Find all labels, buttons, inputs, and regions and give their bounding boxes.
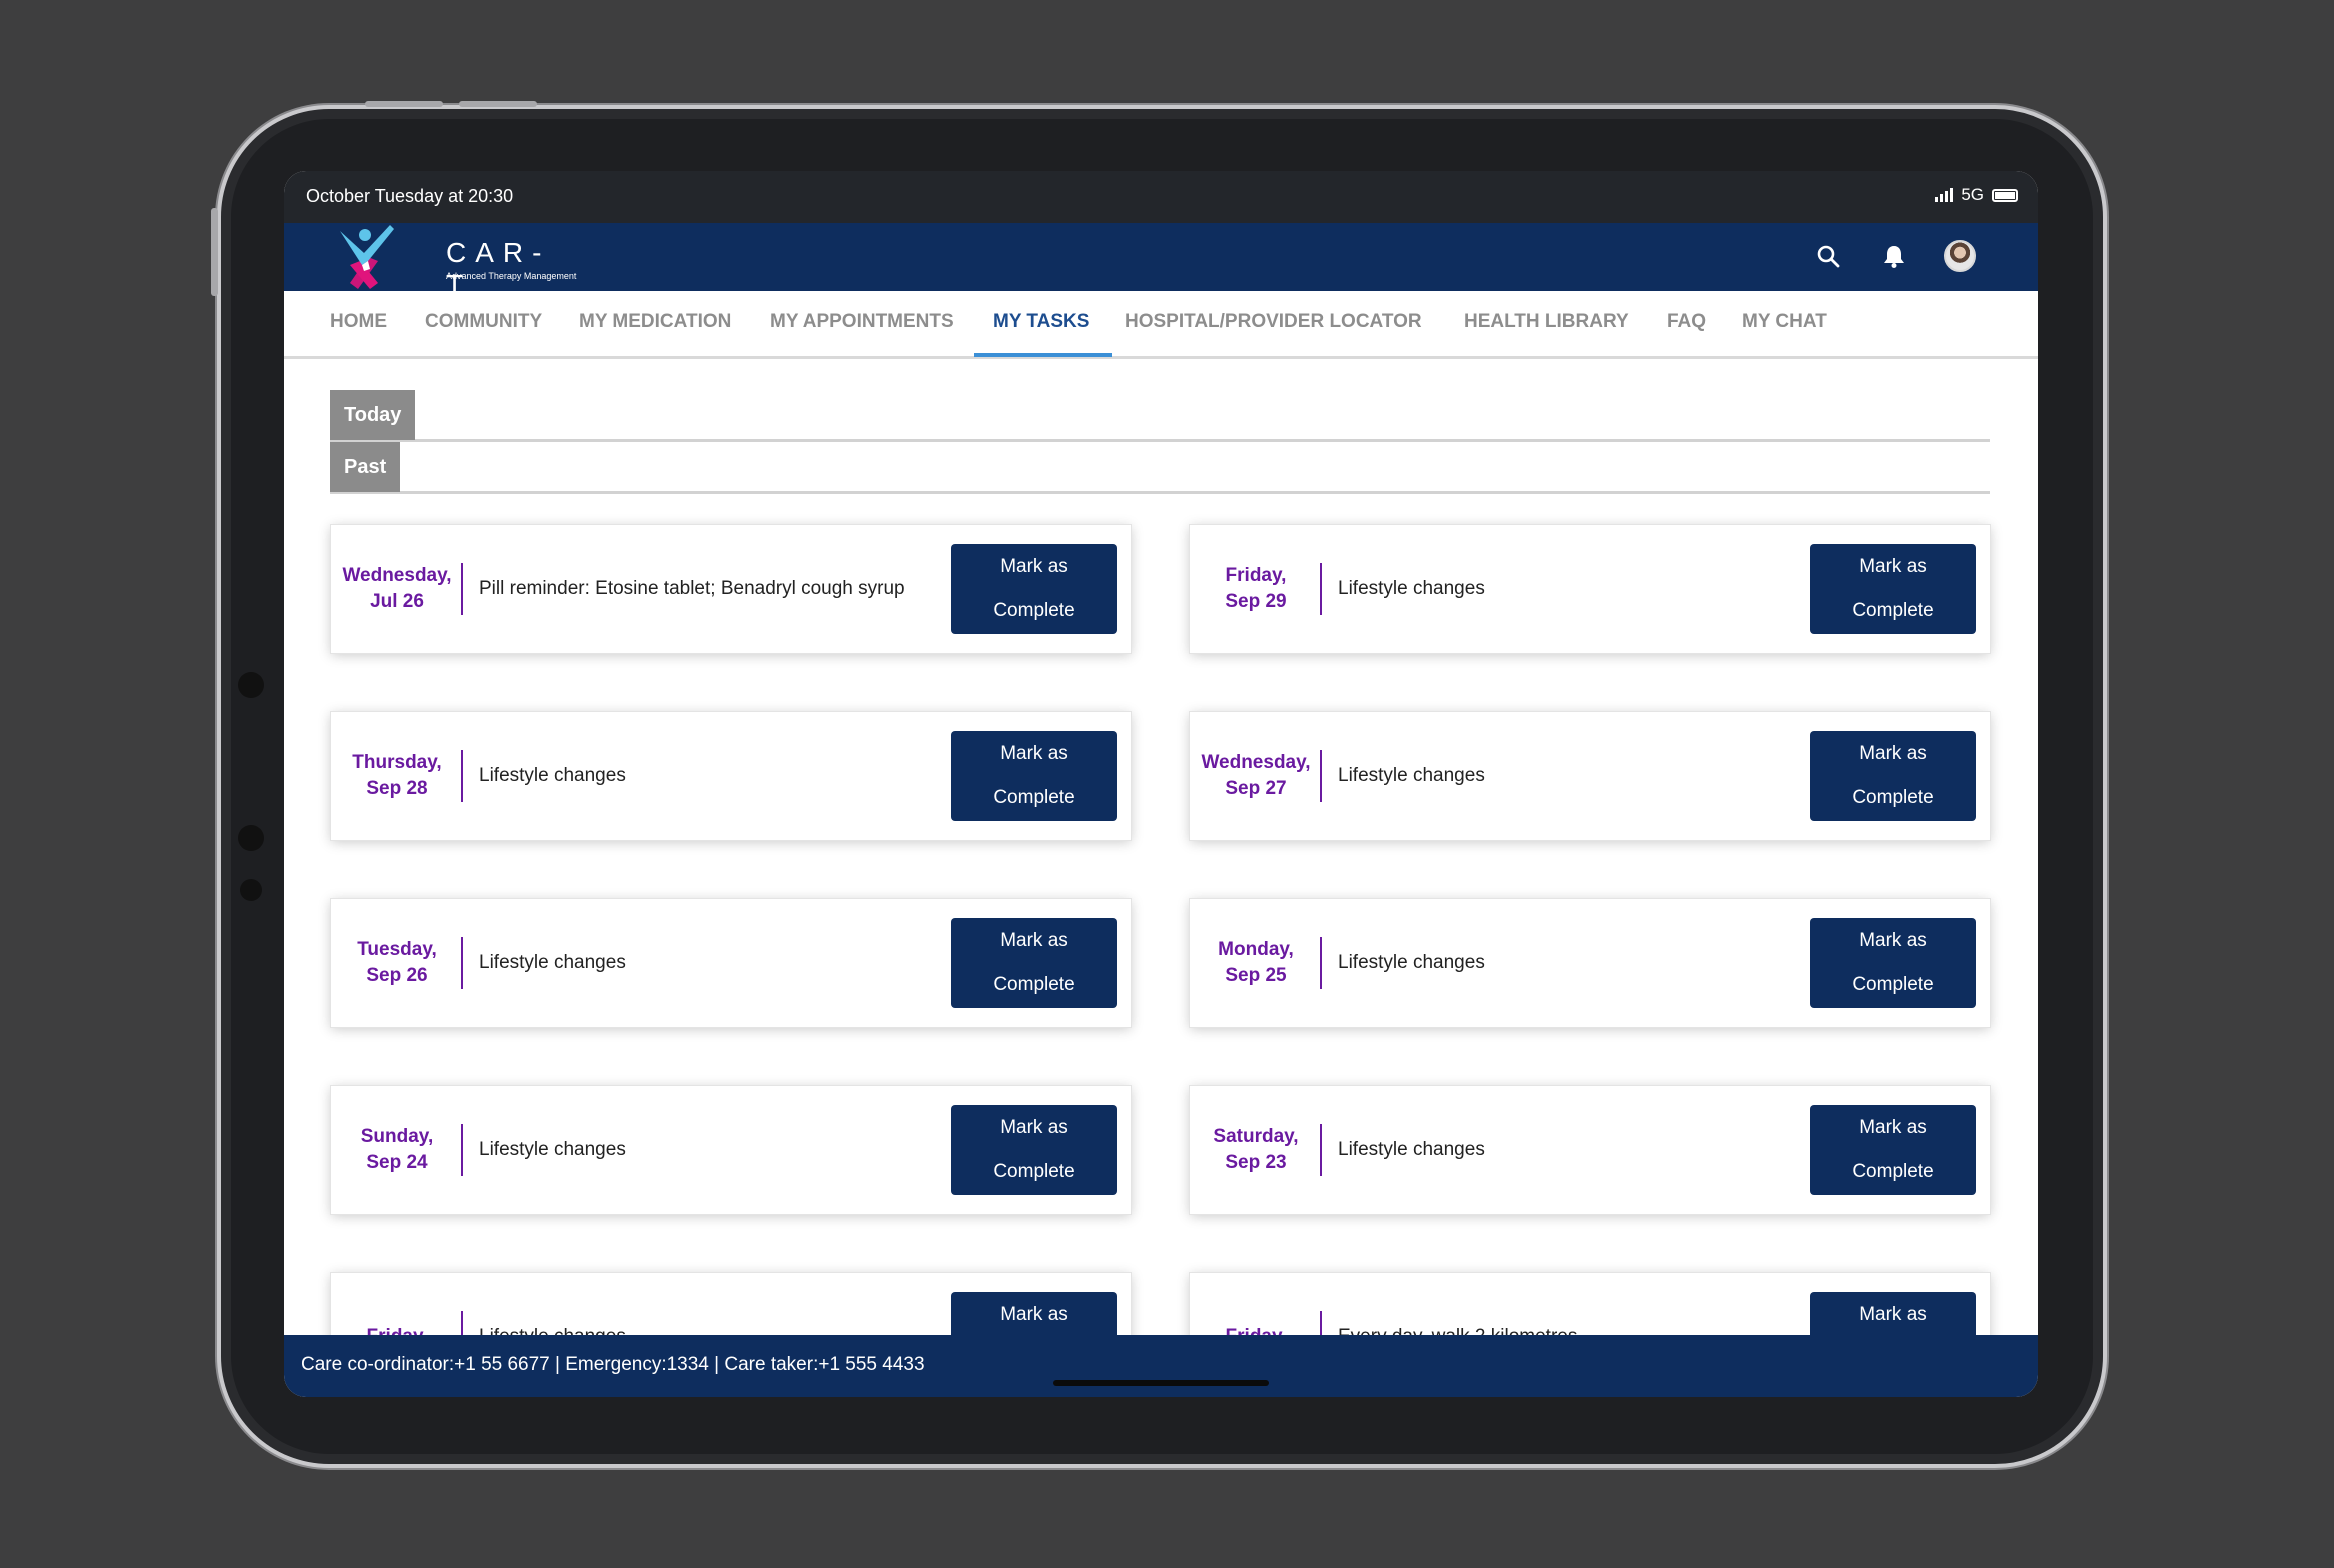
task-date: Sunday, Sep 24 — [360, 1126, 434, 1173]
task-description: Lifestyle changes — [1338, 765, 1485, 786]
task-date: Thursday, Sep 28 — [352, 752, 442, 799]
status-indicators: 5G — [1935, 185, 2018, 205]
camera-dot — [240, 879, 262, 901]
signal-icon — [1935, 188, 1954, 202]
camera-dot — [238, 672, 264, 698]
task-description: Lifestyle changes — [1338, 952, 1485, 973]
main-nav: HOME COMMUNITY MY MEDICATION MY APPOINTM… — [284, 291, 2038, 359]
task-card: Sunday, Sep 24 Lifestyle changes Mark as C… — [331, 1086, 1131, 1214]
mark-complete-button[interactable]: Mark asComplete — [951, 1105, 1117, 1195]
status-time: October Tuesday at 20:30 — [306, 186, 514, 206]
tab-divider — [330, 439, 1990, 442]
nav-my-tasks[interactable]: MY TASKS — [993, 291, 1089, 359]
app-screen: October Tuesday at 20:30 5G CAR-T Advanc… — [284, 171, 2038, 1397]
card-divider — [461, 1124, 463, 1176]
volume-button — [459, 101, 537, 107]
footer-contacts: Care co-ordinator:+1 55 6677 | Emergency… — [301, 1354, 925, 1375]
card-divider — [1320, 1124, 1322, 1176]
nav-faq[interactable]: FAQ — [1667, 291, 1706, 359]
nav-my-medication[interactable]: MY MEDICATION — [579, 291, 731, 359]
tab-divider — [330, 491, 1990, 494]
power-button — [211, 208, 218, 296]
logo[interactable]: CAR-T Advanced Therapy Management — [334, 225, 576, 300]
nav-my-chat[interactable]: MY CHAT — [1742, 291, 1827, 359]
tab-past[interactable]: Past — [330, 442, 401, 492]
task-card: Thursday, Sep 28 Lifestyle changes Mark a… — [331, 712, 1131, 840]
bell-icon[interactable] — [1878, 240, 1910, 272]
mark-complete-button[interactable]: Mark asComplete — [1810, 918, 1976, 1008]
mark-complete-button[interactable]: Mark asComplete — [951, 918, 1117, 1008]
mark-complete-button[interactable]: Mark asComplete — [951, 731, 1117, 821]
nav-health-library[interactable]: HEALTH LIBRARY — [1464, 291, 1629, 359]
nav-home[interactable]: HOME — [330, 291, 387, 359]
task-description: Lifestyle changes — [479, 1139, 626, 1160]
search-icon[interactable] — [1812, 240, 1844, 272]
task-card: Tuesday, Sep 26 Lifestyle changes Mark as… — [331, 899, 1131, 1027]
task-date: Saturday, Sep 23 — [1213, 1126, 1299, 1173]
home-indicator[interactable] — [1053, 1380, 1269, 1386]
mark-complete-button[interactable]: Mark asComplete — [1810, 544, 1976, 634]
tab-today[interactable]: Today — [330, 390, 416, 440]
nav-hospital-provider-locator[interactable]: HOSPITAL/PROVIDER LOCATOR — [1125, 291, 1422, 359]
task-date: Wednesday, Jul 26 — [342, 565, 452, 612]
volume-button — [365, 101, 443, 107]
task-date: Friday, Sep 29 — [1225, 565, 1287, 612]
task-description: Lifestyle changes — [1338, 578, 1485, 599]
task-date: Wednesday, Sep 27 — [1201, 752, 1311, 799]
card-divider — [461, 937, 463, 989]
mark-complete-button[interactable]: Mark asComplete — [1810, 1105, 1976, 1195]
card-divider — [1320, 563, 1322, 615]
logo-subtitle: Advanced Therapy Management — [446, 271, 577, 281]
avatar[interactable] — [1944, 240, 1976, 272]
logo-icon — [340, 225, 394, 289]
status-bar: October Tuesday at 20:30 5G — [284, 171, 2038, 223]
task-description: Lifestyle changes — [479, 952, 626, 973]
card-divider — [461, 563, 463, 615]
app-header: CAR-T Advanced Therapy Management — [284, 223, 2038, 300]
mark-complete-button[interactable]: Mark asComplete — [951, 544, 1117, 634]
card-divider — [1320, 750, 1322, 802]
task-description: Lifestyle changes — [479, 765, 626, 786]
task-card: Friday, Sep 29 Lifestyle changes Mark as C… — [1190, 525, 1990, 653]
active-tab-indicator — [974, 353, 1112, 357]
task-card: Wednesday, Jul 26 Pill reminder: Etosine … — [331, 525, 1131, 653]
camera-dot — [238, 825, 264, 851]
network-label: 5G — [1961, 185, 1984, 204]
nav-community[interactable]: COMMUNITY — [425, 291, 542, 359]
task-card: Monday, Sep 25 Lifestyle changes Mark as C… — [1190, 899, 1990, 1027]
task-date: Tuesday, Sep 26 — [357, 939, 437, 986]
card-divider — [461, 750, 463, 802]
task-description: Lifestyle changes — [1338, 1139, 1485, 1160]
battery-icon — [1992, 188, 2018, 202]
contact-footer: Care co-ordinator:+1 55 6677 | Emergency… — [284, 1335, 2038, 1397]
task-card: Wednesday, Sep 27 Lifestyle changes Mark … — [1190, 712, 1990, 840]
mark-complete-button[interactable]: Mark asComplete — [1810, 731, 1976, 821]
card-divider — [1320, 937, 1322, 989]
nav-my-appointments[interactable]: MY APPOINTMENTS — [770, 291, 954, 359]
task-date: Monday, Sep 25 — [1218, 939, 1294, 986]
task-card: Saturday, Sep 23 Lifestyle changes Mark a… — [1190, 1086, 1990, 1214]
task-description: Pill reminder: Etosine tablet; Benadryl … — [479, 578, 905, 599]
